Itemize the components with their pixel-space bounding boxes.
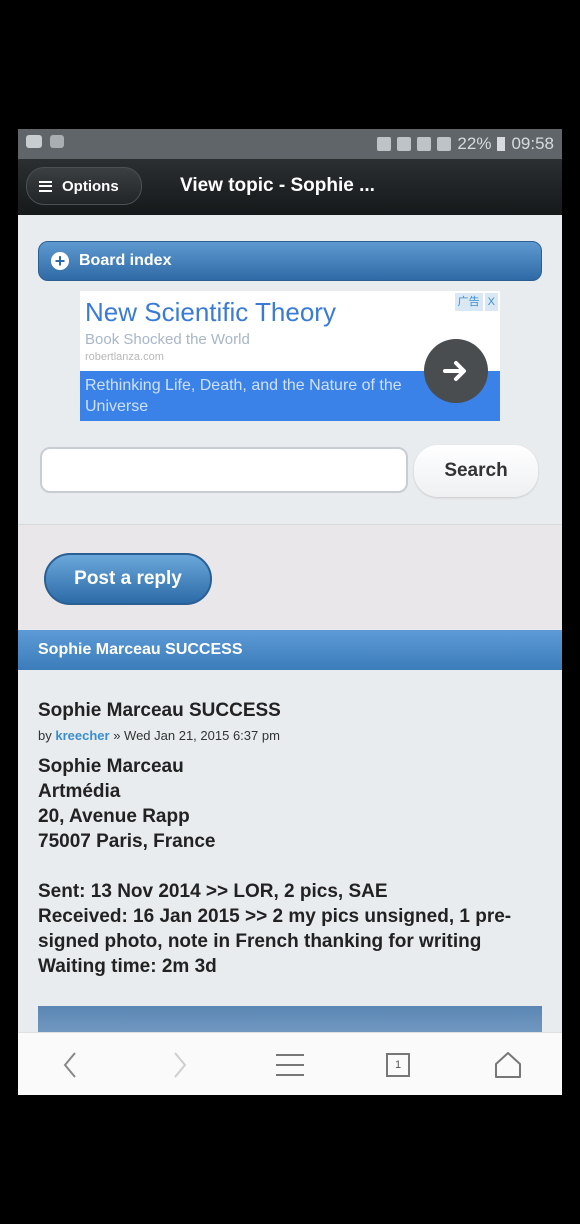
hamburger-icon <box>276 1053 304 1076</box>
ad-subtitle: Book Shocked the World <box>85 331 250 348</box>
tabs-icon: 1 <box>386 1052 410 1077</box>
post-meta: by kreecher » Wed Jan 21, 2015 6:37 pm <box>38 728 280 743</box>
topic-title: Sophie Marceau SUCCESS <box>38 641 243 658</box>
post: Sophie Marceau SUCCESS by kreecher » Wed… <box>18 670 562 1050</box>
forward-icon <box>174 1051 187 1078</box>
address-line: 20, Avenue Rapp <box>38 806 190 827</box>
post-reply-button[interactable]: Post a reply <box>44 553 212 605</box>
options-label: Options <box>62 177 119 195</box>
arrow-right-icon[interactable] <box>424 339 488 403</box>
tab-count: 1 <box>394 1058 402 1071</box>
page-title: View topic - Sophie ... <box>180 175 375 196</box>
network-icon <box>417 137 432 151</box>
clock: 09:58 <box>511 134 554 153</box>
topic-title-bar: Sophie Marceau SUCCESS <box>18 630 562 670</box>
ad-title[interactable]: New Scientific Theory <box>85 297 336 328</box>
advertisement[interactable]: New Scientific Theory Book Shocked the W… <box>80 291 500 421</box>
battery-percent: 22% <box>457 134 492 153</box>
options-button[interactable]: Options <box>26 167 142 205</box>
author-link[interactable]: kreecher <box>55 728 109 743</box>
search-input[interactable] <box>40 447 408 493</box>
board-index-label: Board index <box>79 252 172 269</box>
back-icon <box>63 1051 76 1078</box>
detail-line: Waiting time: 2m 3d <box>38 956 217 977</box>
address-line: 75007 Paris, France <box>38 831 216 852</box>
status-bar: 22% 09:58 <box>18 129 562 159</box>
sim-icon <box>397 137 412 151</box>
post-body: Sophie Marceau Artmédia 20, Avenue Rapp … <box>38 754 548 979</box>
post-date: » Wed Jan 21, 2015 6:37 pm <box>113 728 280 743</box>
browser-nav-bar: 1 <box>18 1032 562 1095</box>
board-index-link[interactable]: + Board index <box>38 241 542 281</box>
ad-close-icon[interactable]: X <box>484 293 498 311</box>
by-label: by <box>38 728 52 743</box>
detail-line: Sent: 13 Nov 2014 >> LOR, 2 pics, SAE <box>38 881 388 902</box>
battery-icon <box>497 137 506 151</box>
detail-line: Received: 16 Jan 2015 >> 2 my pics unsig… <box>38 906 512 952</box>
image-icon <box>50 135 64 148</box>
address-line: Artmédia <box>38 781 121 802</box>
forward-button[interactable] <box>150 1033 210 1095</box>
message-icon <box>26 135 42 148</box>
app-header: Options View topic - Sophie ... <box>18 159 562 215</box>
menu-icon <box>39 180 52 192</box>
browser-screen: 22% 09:58 Options View topic - Sophie ..… <box>18 129 562 1095</box>
back-button[interactable] <box>40 1033 100 1095</box>
signal-icon <box>437 137 452 151</box>
tabs-button[interactable]: 1 <box>368 1033 428 1095</box>
plus-icon: + <box>51 252 69 270</box>
home-icon <box>495 1051 521 1078</box>
address-line: Sophie Marceau <box>38 756 184 777</box>
ad-description: Rethinking Life, Death, and the Nature o… <box>85 377 402 415</box>
ad-label: 广告 <box>454 293 483 311</box>
home-button[interactable] <box>478 1033 538 1095</box>
mute-icon <box>377 137 392 151</box>
search-button[interactable]: Search <box>414 445 538 497</box>
ad-badge[interactable]: 广告 X <box>454 293 498 311</box>
post-title: Sophie Marceau SUCCESS <box>38 700 281 721</box>
ad-url: robertlanza.com <box>85 351 164 363</box>
menu-button[interactable] <box>260 1033 320 1095</box>
